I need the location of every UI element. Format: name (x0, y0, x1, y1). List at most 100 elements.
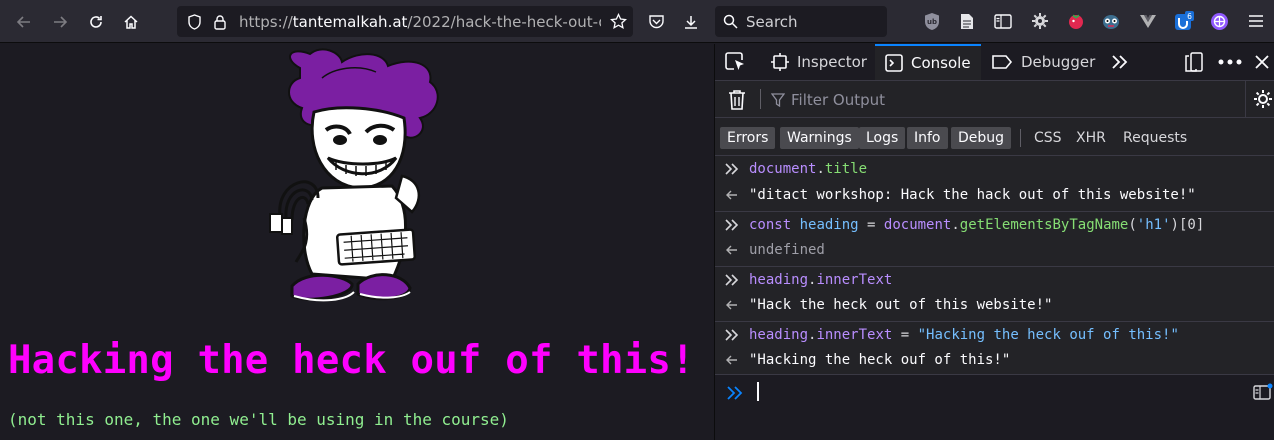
console-result-text: "Hack the heck out of this website!" (749, 297, 1053, 313)
arrow-result-icon (715, 300, 749, 310)
console-input-area[interactable] (715, 374, 1274, 440)
prompt-chevron-icon (727, 385, 743, 404)
code-token: heading (749, 271, 809, 288)
ublock-origin-icon[interactable]: ub (922, 11, 942, 31)
filter-output-placeholder: Filter Output (791, 91, 886, 109)
code-token: . (816, 161, 825, 177)
filter-errors-button[interactable]: Errors (720, 127, 776, 149)
url-path: /2022/hack-the-heck-out-of-t (407, 12, 601, 31)
console-input-row: document.title (715, 156, 1274, 182)
editor-mode-toggle-button[interactable] (1253, 383, 1273, 405)
url-text[interactable]: https://tantemalkah.at/2022/hack-the-hec… (239, 13, 601, 31)
filter-css-button[interactable]: CSS (1034, 127, 1062, 149)
extension-badge-count: 6 (1187, 12, 1192, 21)
filter-info-button[interactable]: Info (907, 127, 948, 149)
console-icon (885, 54, 903, 72)
tab-debugger-label: Debugger (1021, 53, 1096, 71)
search-placeholder: Search (746, 12, 798, 31)
svg-text:ub: ub (927, 18, 937, 26)
element-picker-icon (725, 52, 744, 70)
debugger-icon (991, 54, 1013, 70)
url-bar[interactable]: https://tantemalkah.at/2022/hack-the-hec… (177, 6, 633, 37)
ellipsis-icon (1218, 59, 1242, 65)
console-input-row: heading.innerText (715, 266, 1274, 292)
dock-side-button[interactable] (1185, 44, 1203, 80)
devtools-close-button[interactable] (1255, 44, 1269, 80)
bookmark-star-icon[interactable] (605, 6, 631, 37)
filter-funnel-icon (771, 93, 785, 107)
clear-console-button[interactable] (727, 89, 747, 115)
container-extension-icon[interactable] (1209, 11, 1229, 31)
console-result-row: "ditact workshop: Hack the hack out of t… (715, 182, 1274, 208)
code-token: const (749, 216, 792, 233)
code-token: document (749, 161, 817, 177)
chevron-input-icon (715, 163, 749, 175)
home-button[interactable] (117, 8, 145, 36)
filter-logs-button[interactable]: Logs (859, 127, 906, 149)
devtools-tab-bar: Inspector Console Debugger (715, 44, 1274, 81)
chevron-input-icon (715, 328, 749, 341)
filter-debug-button[interactable]: Debug (951, 127, 1012, 149)
code-token: = (892, 326, 918, 343)
code-token: "Hacking the heck ouf of this!" (917, 326, 1179, 343)
code-token: 0 (1187, 216, 1196, 233)
back-button[interactable] (10, 8, 38, 36)
code-token: document (883, 216, 952, 233)
code-token: heading (799, 216, 859, 233)
devtools-panel: Inspector Console Debugger Filter Output… (714, 44, 1274, 440)
bitwarden-icon[interactable]: 6 (1174, 11, 1194, 31)
search-icon (723, 14, 738, 29)
tab-console[interactable]: Console (875, 44, 981, 80)
console-result-row: undefined (715, 237, 1274, 263)
pocket-button[interactable] (642, 8, 670, 36)
gear-extension-icon[interactable] (1030, 11, 1050, 31)
console-result-text: undefined (749, 242, 825, 258)
privacy-badger-icon[interactable] (1101, 11, 1121, 31)
code-token: )[ (1170, 216, 1188, 233)
tab-inspector[interactable]: Inspector (771, 44, 867, 80)
web-page-content: Hacking the heck ouf of this! (not this … (0, 44, 714, 440)
arrow-left-icon (16, 16, 30, 28)
code-token: innerText (816, 271, 893, 288)
reload-icon (90, 16, 102, 28)
double-chevron-right-icon (1112, 55, 1128, 69)
dock-icon (1185, 52, 1203, 72)
element-picker-button[interactable] (725, 44, 751, 80)
search-bar[interactable]: Search (715, 6, 887, 37)
filter-warnings-button[interactable]: Warnings (780, 127, 859, 149)
forward-button[interactable] (46, 8, 74, 36)
download-icon (685, 16, 697, 29)
settings-divider (1245, 81, 1246, 118)
tab-inspector-label: Inspector (797, 53, 867, 71)
trash-icon (729, 90, 745, 110)
sidebar-icon[interactable] (993, 11, 1013, 31)
filter-requests-button[interactable]: Requests (1123, 127, 1187, 149)
tab-debugger[interactable]: Debugger (991, 44, 1095, 80)
lock-icon[interactable] (207, 6, 233, 37)
downloads-button[interactable] (677, 8, 705, 36)
tomato-timer-icon[interactable] (1066, 11, 1086, 31)
hamburger-menu-icon[interactable] (1246, 11, 1266, 31)
devtools-options-button[interactable] (1218, 44, 1242, 80)
tab-console-label: Console (911, 54, 971, 72)
browser-toolbar: https://tantemalkah.at/2022/hack-the-hec… (0, 0, 1274, 43)
more-tools-button[interactable] (1111, 44, 1129, 80)
vue-devtools-icon[interactable] (1138, 11, 1158, 31)
code-token: = (858, 216, 884, 233)
reader-page-icon[interactable] (957, 11, 977, 31)
console-settings-button[interactable] (1253, 89, 1273, 113)
console-input-row: heading.innerText = "Hacking the heck ou… (715, 321, 1274, 347)
pocket-icon (648, 15, 664, 29)
filter-xhr-button[interactable]: XHR (1076, 127, 1106, 149)
arrow-result-icon (715, 355, 749, 365)
reload-button[interactable] (82, 8, 110, 36)
inspector-icon (771, 53, 789, 71)
code-token: ] (1195, 216, 1205, 233)
level-separator (1020, 129, 1021, 147)
url-protocol: https:// (239, 12, 293, 31)
tracking-protection-shield-icon[interactable] (181, 6, 207, 37)
gear-icon (1254, 90, 1272, 108)
filter-output-input[interactable]: Filter Output (771, 91, 885, 109)
code-token: title (824, 161, 868, 177)
chevron-input-icon (715, 273, 749, 286)
